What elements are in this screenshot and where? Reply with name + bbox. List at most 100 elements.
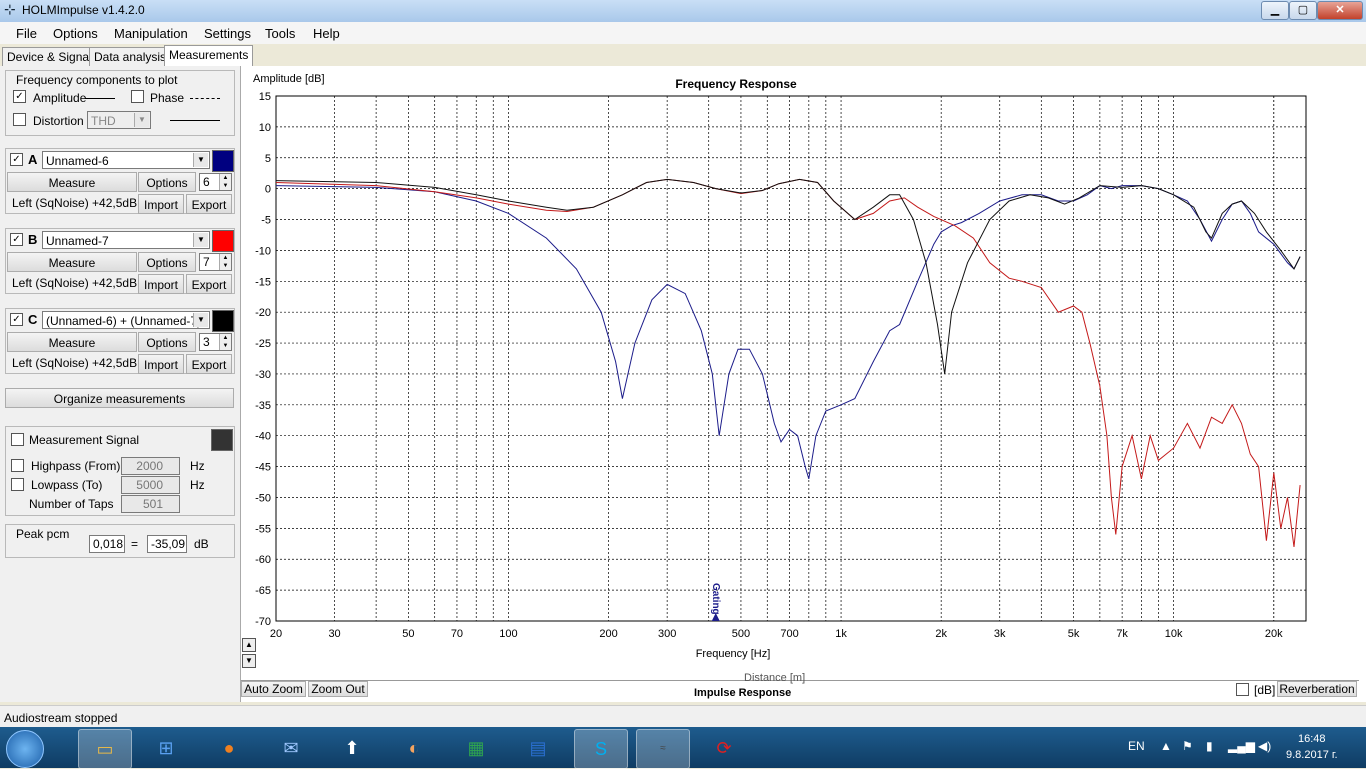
battery-icon[interactable]: ▮ xyxy=(1206,739,1213,753)
organize-measurements-button[interactable]: Organize measurements xyxy=(5,388,234,408)
x-tick-label: 20 xyxy=(270,628,282,640)
export-button[interactable]: Export xyxy=(186,354,232,374)
x-tick-label: 50 xyxy=(402,628,414,640)
import-button[interactable]: Import xyxy=(138,194,184,214)
export-button[interactable]: Export xyxy=(186,274,232,294)
frequency-response-chart[interactable]: 151050-5-10-15-20-25-30-35-40-45-50-55-6… xyxy=(241,66,1366,678)
chart-title: Frequency Response xyxy=(675,77,797,91)
maximize-button[interactable]: ▢ xyxy=(1289,1,1317,20)
peak-equals: = xyxy=(131,537,139,551)
flag-icon[interactable]: ⚑ xyxy=(1182,739,1193,753)
holmimpulse-icon[interactable]: ≈ xyxy=(636,729,690,769)
measurement-info: Left (SqNoise) +42,5dB xyxy=(12,356,138,370)
menu-settings[interactable]: Settings xyxy=(204,26,251,41)
reverberation-button[interactable]: Reverberation xyxy=(1277,681,1357,697)
options-button[interactable]: Options xyxy=(138,172,196,192)
measurement-name-select[interactable]: Unnamed-7 ▼ xyxy=(42,231,210,249)
measurement-number-spinner[interactable]: 6 ▲ ▼ xyxy=(199,173,232,191)
taps-input[interactable]: 501 xyxy=(121,495,180,513)
tab-device-signal[interactable]: Device & Signal xyxy=(2,47,97,67)
zoom-out-button[interactable]: Zoom Out xyxy=(308,681,368,697)
menu-help[interactable]: Help xyxy=(313,26,340,41)
clock-time[interactable]: 16:48 xyxy=(1298,733,1326,745)
app-shell-icon[interactable]: ◐ xyxy=(388,729,440,767)
status-bar: Audiostream stopped xyxy=(0,705,1366,728)
export-button[interactable]: Export xyxy=(186,194,232,214)
highpass-input[interactable]: 2000 xyxy=(121,457,180,475)
amplitude-checkbox[interactable]: ✓ xyxy=(13,90,26,103)
spin-arrows-icon: ▲ ▼ xyxy=(219,174,231,190)
y-tick-label: -60 xyxy=(255,554,271,566)
phase-line-sample xyxy=(190,98,220,99)
clock-date[interactable]: 9.8.2017 г. xyxy=(1286,749,1338,761)
measurement-checkbox[interactable]: ✓ xyxy=(10,233,23,246)
scroll-up-button[interactable]: ▲ xyxy=(242,638,256,652)
highpass-hz-label: Hz xyxy=(190,459,205,473)
measurement-name-select[interactable]: (Unnamed-6) + (Unnamed-7) ▼ xyxy=(42,311,210,329)
distortion-type-select[interactable]: THD ▼ xyxy=(87,111,151,129)
distortion-checkbox[interactable] xyxy=(13,113,26,126)
measurement-checkbox[interactable]: ✓ xyxy=(10,153,23,166)
thunderbird-icon[interactable]: ✉ xyxy=(265,729,317,767)
phase-checkbox[interactable] xyxy=(131,90,144,103)
scroll-down-button[interactable]: ▼ xyxy=(242,654,256,668)
measurement-checkbox[interactable]: ✓ xyxy=(10,313,23,326)
measure-button[interactable]: Measure xyxy=(7,172,137,192)
skype-icon[interactable]: S xyxy=(574,729,628,769)
distortion-label: Distortion xyxy=(33,114,84,128)
close-button[interactable]: ✕ xyxy=(1317,1,1363,20)
lowpass-input[interactable]: 5000 xyxy=(121,476,180,494)
firefox-icon[interactable]: ● xyxy=(203,729,255,767)
measurement-name-select[interactable]: Unnamed-6 ▼ xyxy=(42,151,210,169)
measurement-number-spinner[interactable]: 3 ▲ ▼ xyxy=(199,333,232,351)
plot-area[interactable]: 15 10 5 0 -5 -10 -15 -20 -25 -30 -35 -40 -45 -50 -55 -6… xyxy=(241,66,1366,702)
options-button[interactable]: Options xyxy=(138,332,196,352)
auto-zoom-button[interactable]: Auto Zoom xyxy=(241,681,306,697)
menu-options[interactable]: Options xyxy=(53,26,98,41)
tab-measurements[interactable]: Measurements xyxy=(164,45,254,67)
measurement-color-swatch[interactable] xyxy=(212,230,234,252)
measurement-number: 6 xyxy=(203,175,210,189)
language-indicator[interactable]: EN xyxy=(1128,739,1145,753)
menu-manipulation[interactable]: Manipulation xyxy=(114,26,188,41)
measurement-color-swatch[interactable] xyxy=(212,150,234,172)
measure-button[interactable]: Measure xyxy=(7,252,137,272)
tray-arrow-icon[interactable]: ▲ xyxy=(1160,739,1172,753)
lowpass-checkbox[interactable] xyxy=(11,478,24,491)
measurement-signal-checkbox[interactable] xyxy=(11,433,24,446)
lowpass-hz-label: Hz xyxy=(190,478,205,492)
refresh-app-icon[interactable]: ⟳ xyxy=(698,729,750,767)
signal-color-swatch[interactable] xyxy=(211,429,233,451)
network-icon[interactable]: ▂▄▆ xyxy=(1228,739,1255,753)
measurement-number-spinner[interactable]: 7 ▲ ▼ xyxy=(199,253,232,271)
y-tick-label: -30 xyxy=(255,369,271,381)
import-button[interactable]: Import xyxy=(138,274,184,294)
window-title: HOLMImpulse v1.4.2.0 xyxy=(22,3,145,17)
db-checkbox[interactable] xyxy=(1236,683,1249,696)
spreadsheet-icon[interactable]: ▦ xyxy=(450,729,502,767)
x-tick-label: 5k xyxy=(1068,628,1080,640)
measurement-b-group: ✓ B Unnamed-7 ▼ Measure Options 7 ▲ ▼ Left (SqNoi… xyxy=(5,228,235,294)
volume-icon[interactable]: ◀) xyxy=(1258,739,1271,753)
start-button[interactable] xyxy=(6,730,44,768)
upload-icon[interactable]: ⬆ xyxy=(326,729,378,767)
menu-tools[interactable]: Tools xyxy=(265,26,295,41)
distortion-type-value: THD xyxy=(91,114,116,128)
measure-button[interactable]: Measure xyxy=(7,332,137,352)
plot-frame xyxy=(275,95,1307,622)
options-button[interactable]: Options xyxy=(138,252,196,272)
measurement-color-swatch[interactable] xyxy=(212,310,234,332)
y-tick-label: -55 xyxy=(255,523,271,535)
y-tick-label: -70 xyxy=(255,616,271,628)
x-tick-label: 3k xyxy=(994,628,1006,640)
import-button[interactable]: Import xyxy=(138,354,184,374)
x-tick-label: 20k xyxy=(1265,628,1283,640)
minimize-button[interactable]: ▁ xyxy=(1261,1,1289,20)
highpass-checkbox[interactable] xyxy=(11,459,24,472)
tab-data-analysis[interactable]: Data analysis xyxy=(89,47,172,67)
phase-label: Phase xyxy=(150,91,185,105)
menu-file[interactable]: File xyxy=(16,26,37,41)
explorer-icon[interactable]: ▭ xyxy=(78,729,132,769)
document-icon[interactable]: ▤ xyxy=(512,729,564,767)
windows-update-icon[interactable]: ⊞ xyxy=(140,729,192,767)
